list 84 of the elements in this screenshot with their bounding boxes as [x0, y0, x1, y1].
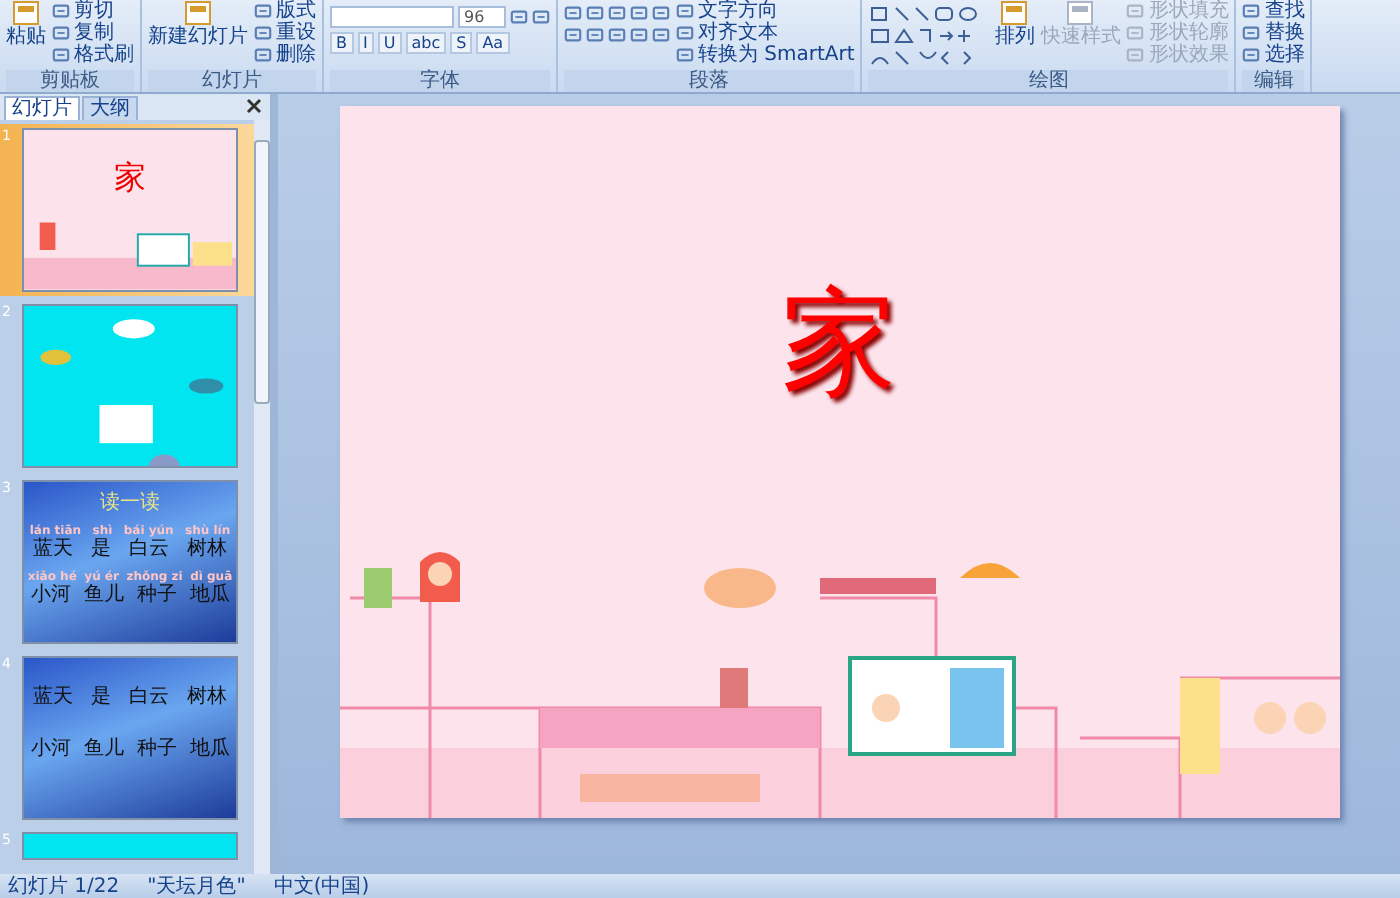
thumbnail-title: 读一读 [100, 489, 160, 516]
format-button[interactable]: B [330, 32, 353, 54]
indent-icon[interactable] [608, 4, 626, 22]
justify-icon[interactable] [630, 26, 648, 44]
columns-icon[interactable] [652, 26, 670, 44]
document-icon [998, 0, 1031, 26]
word-text: 鱼儿 [83, 738, 124, 762]
align-left-icon[interactable] [564, 26, 582, 44]
ribbon-button[interactable]: 复制 [52, 22, 134, 44]
document-icon [1064, 0, 1097, 26]
word-text: 种子 [136, 738, 177, 762]
command-icon[interactable] [1242, 2, 1261, 20]
status-text: 幻灯片 1/22 [8, 875, 120, 897]
ribbon-button[interactable]: 删除 [254, 44, 316, 66]
word-text: 是 [91, 686, 111, 710]
document-icon [10, 0, 42, 26]
word-text: 鱼儿 [83, 584, 124, 608]
word-text: 白云 [129, 686, 169, 710]
format-button[interactable]: S [450, 32, 473, 54]
ribbon-button[interactable]: 查找 [1242, 0, 1305, 22]
word-text: 小河 [30, 584, 71, 608]
word-text: 地瓜 [189, 584, 230, 608]
ribbon-button[interactable]: 对齐文本 [676, 22, 855, 44]
status-text: "天坛月色" [147, 875, 246, 897]
font-name-field[interactable] [330, 6, 454, 28]
ribbon-button[interactable]: 格式刷 [52, 44, 134, 66]
close-icon[interactable] [246, 98, 262, 114]
format-button[interactable]: abc [405, 32, 447, 54]
ribbon-large-button[interactable]: 粘贴 [6, 0, 46, 48]
word-text: 树林 [187, 686, 227, 710]
command-icon[interactable] [254, 46, 272, 64]
group-label: 段落 [564, 70, 855, 92]
format-button[interactable]: I [357, 32, 374, 54]
command-icon[interactable] [52, 46, 70, 64]
word-text: 蓝天 [33, 538, 73, 562]
word-text: 小河 [30, 738, 71, 762]
slide-title: 家 [781, 272, 897, 414]
word-text: 白云 [129, 538, 169, 562]
slide-thumbnail[interactable]: 家 [22, 128, 238, 292]
outdent-icon[interactable] [630, 4, 648, 22]
ribbon-button[interactable]: 替换 [1242, 22, 1305, 44]
bullet-list-icon[interactable] [564, 4, 582, 22]
group-label: 字体 [330, 70, 550, 92]
command-icon[interactable] [1242, 24, 1261, 42]
format-button[interactable]: Aa [476, 32, 510, 54]
word-text: 地瓜 [189, 738, 230, 762]
command-icon[interactable] [254, 2, 272, 20]
ribbon-button[interactable]: 选择 [1242, 44, 1305, 66]
ribbon-button[interactable]: 转换为 SmartArt [676, 44, 855, 66]
word-text: 是 [91, 538, 111, 562]
align-right-icon[interactable] [608, 26, 626, 44]
ribbon-button[interactable]: 版式 [254, 0, 316, 22]
command-icon[interactable] [1242, 46, 1261, 64]
command-icon[interactable] [52, 2, 70, 20]
slide-thumbnail[interactable]: 蓝天 是 白云 树林 小河 鱼儿 种子 地瓜 [22, 656, 238, 820]
scrollbar[interactable] [254, 120, 270, 874]
word-text: 蓝天 [33, 686, 73, 710]
ribbon-button[interactable]: 重设 [254, 22, 316, 44]
ribbon-large-button[interactable]: 新建幻灯片 [148, 0, 248, 48]
align-center-icon[interactable] [586, 26, 604, 44]
status-text: 中文(中国) [273, 875, 370, 897]
group-label: 剪贴板 [6, 70, 134, 92]
numbered-list-icon[interactable] [586, 4, 604, 22]
font-size-field[interactable]: 96 [458, 6, 506, 28]
group-label: 幻灯片 [148, 70, 316, 92]
slide-thumbnail[interactable] [22, 832, 238, 860]
document-icon [182, 0, 214, 26]
group-label: 编辑 [1242, 70, 1305, 92]
grow-font-icon[interactable] [510, 7, 528, 25]
group-label: 绘图 [868, 70, 1229, 92]
ribbon-large-button[interactable]: 排列 [994, 0, 1035, 48]
panel-tab[interactable]: 大纲 [82, 96, 138, 120]
panel-tab[interactable]: 幻灯片 [4, 96, 80, 120]
command-icon[interactable] [52, 24, 70, 42]
word-text: 种子 [136, 584, 177, 608]
command-icon[interactable] [676, 46, 694, 64]
format-button[interactable]: U [377, 32, 402, 54]
command-icon[interactable] [254, 24, 272, 42]
command-icon[interactable] [676, 24, 694, 42]
thumbnail-title: 家 [114, 158, 146, 200]
line-spacing-icon[interactable] [652, 4, 670, 22]
command-icon[interactable] [676, 2, 694, 20]
word-text: 树林 [187, 538, 227, 562]
shrink-font-icon[interactable] [532, 7, 550, 25]
